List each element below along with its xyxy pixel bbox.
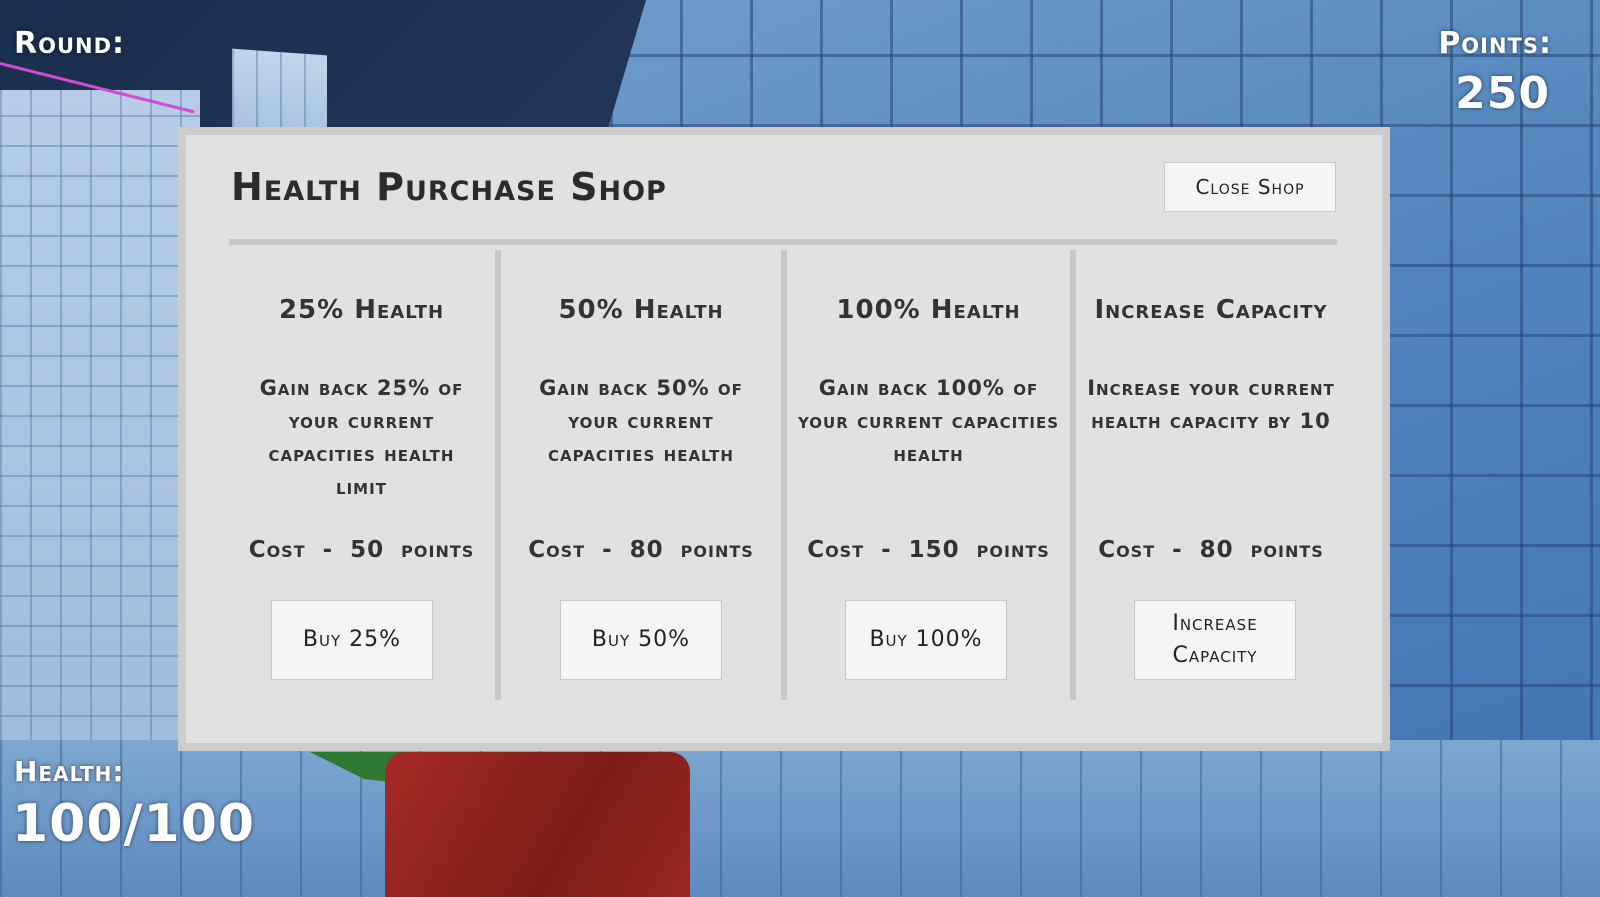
points-label: Points: <box>1438 26 1552 61</box>
item-title: Increase Capacity <box>1094 295 1328 325</box>
health-label: Health: <box>14 755 125 788</box>
buy-50-button[interactable]: Buy 50% <box>560 600 722 680</box>
item-title: 50% Health <box>558 295 724 325</box>
tiled-pillar <box>232 48 327 136</box>
shop-item-25-health: 25% Health Gain back 25% of your current… <box>229 257 494 700</box>
points-value: 250 <box>1455 68 1550 119</box>
buy-25-button[interactable]: Buy 25% <box>271 600 433 680</box>
header-divider <box>229 239 1337 245</box>
health-value: 100/100 <box>12 794 256 854</box>
item-cost: Cost - 80 points <box>1098 537 1324 563</box>
item-description: Increase your current health capacity by… <box>1087 376 1335 433</box>
item-title: 25% Health <box>278 295 445 325</box>
increase-capacity-button[interactable]: Increase Capacity <box>1134 600 1296 680</box>
item-title: 100% Health <box>836 295 1021 325</box>
shop-title: Health Purchase Shop <box>231 165 667 209</box>
item-description: Gain back 25% of your current capacities… <box>259 376 464 499</box>
item-cost: Cost - 50 points <box>248 537 475 563</box>
shop-item-increase-capacity: Increase Capacity Increase your current … <box>1076 257 1346 700</box>
item-cost: Cost - 150 points <box>807 537 1050 563</box>
shop-item-100-health: 100% Health Gain back 100% of your curre… <box>787 257 1070 700</box>
item-cost: Cost - 80 points <box>528 537 754 563</box>
item-description: Gain back 100% of your current capacitie… <box>797 376 1060 466</box>
round-label: Round: <box>14 26 126 61</box>
held-fruit <box>385 752 690 897</box>
close-shop-button[interactable]: Close Shop <box>1164 162 1336 212</box>
shop-item-50-health: 50% Health Gain back 50% of your current… <box>501 257 781 700</box>
health-shop-panel: Health Purchase Shop Close Shop 25% Heal… <box>178 127 1390 751</box>
item-description: Gain back 50% of your current capacities… <box>539 376 743 466</box>
buy-100-button[interactable]: Buy 100% <box>845 600 1007 680</box>
